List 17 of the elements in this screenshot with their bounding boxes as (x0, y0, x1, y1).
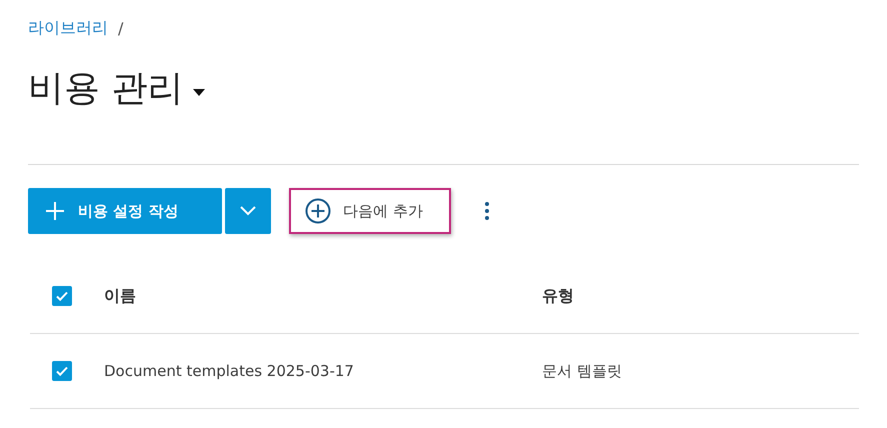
more-icon (485, 202, 489, 220)
checkmark-icon (55, 289, 69, 303)
table-cell-text: 문서 템플릿 (542, 362, 623, 380)
chevron-down-icon (240, 206, 256, 216)
plus-icon (46, 202, 64, 220)
add-to-button[interactable]: 다음에 추가 (289, 188, 451, 234)
column-header[interactable]: 유형 (542, 286, 859, 306)
plus-circle-icon (305, 198, 331, 224)
breadcrumb-separator: / (118, 18, 124, 38)
select-all-checkbox[interactable] (52, 286, 72, 306)
table-cell-text: Document templates 2025-03-17 (104, 362, 355, 380)
page-title: 비용 관리 (28, 66, 184, 110)
column-header[interactable]: 이름 (104, 286, 542, 306)
row-checkbox[interactable] (52, 361, 72, 381)
caret-icon[interactable] (193, 88, 206, 96)
checkmark-icon (55, 364, 69, 378)
breadcrumb-link[interactable]: 라이브러리 (28, 18, 108, 38)
